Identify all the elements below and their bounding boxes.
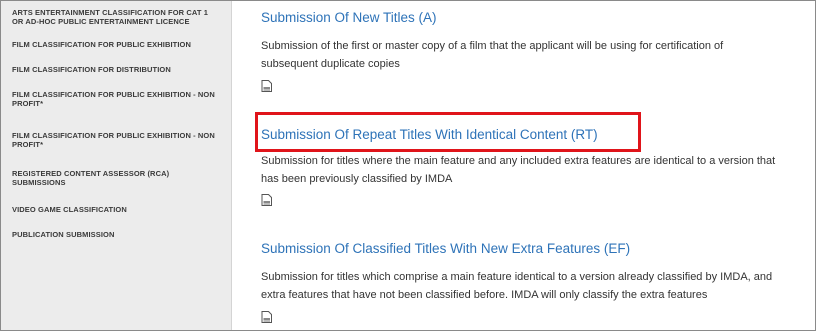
section-desc-line: Submission for titles which comprise a m… — [261, 271, 773, 283]
section-desc-line: Submission of the first or master copy o… — [261, 40, 724, 52]
sidebar-item-rca-submissions[interactable]: REGISTERED CONTENT ASSESSOR (RCA) SUBMIS… — [12, 169, 217, 187]
section-title-new-titles[interactable]: Submission Of New Titles (A) — [261, 10, 437, 25]
section-desc-line: extra features that have not been classi… — [261, 289, 708, 301]
sidebar-item-film-non-profit-2[interactable]: FILM CLASSIFICATION FOR PUBLIC EXHIBITIO… — [12, 131, 217, 149]
section-desc-line: Submission for titles where the main fea… — [261, 155, 776, 167]
sidebar-item-publication[interactable]: PUBLICATION SUBMISSION — [12, 230, 217, 239]
document-icon[interactable] — [261, 80, 272, 92]
section-title-extra-features[interactable]: Submission Of Classified Titles With New… — [261, 241, 630, 256]
section-desc-line: has been previously classified by IMDA — [261, 173, 453, 185]
highlight-box — [255, 112, 641, 152]
sidebar-item-film-distribution[interactable]: FILM CLASSIFICATION FOR DISTRIBUTION — [12, 65, 217, 74]
sidebar-item-video-game[interactable]: VIDEO GAME CLASSIFICATION — [12, 205, 217, 214]
document-icon[interactable] — [261, 194, 272, 206]
main-content: Submission Of New Titles (A) Submission … — [232, 1, 815, 330]
sidebar-item-film-public-exhibition[interactable]: FILM CLASSIFICATION FOR PUBLIC EXHIBITIO… — [12, 40, 217, 49]
sidebar: ARTS ENTERTAINMENT CLASSIFICATION FOR CA… — [1, 1, 232, 330]
sidebar-item-arts-entertainment[interactable]: ARTS ENTERTAINMENT CLASSIFICATION FOR CA… — [12, 8, 217, 26]
section-desc-line: subsequent duplicate copies — [261, 58, 400, 70]
page-frame: ARTS ENTERTAINMENT CLASSIFICATION FOR CA… — [0, 0, 816, 331]
sidebar-item-film-non-profit-1[interactable]: FILM CLASSIFICATION FOR PUBLIC EXHIBITIO… — [12, 90, 217, 108]
document-icon[interactable] — [261, 311, 272, 323]
